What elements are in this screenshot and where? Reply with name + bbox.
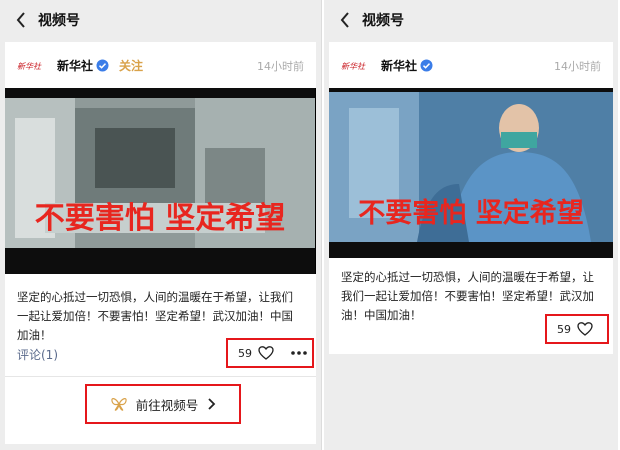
post-actions: 59 [545,314,609,344]
butterfly-icon [110,396,128,412]
go-to-channel-button[interactable]: 前往视频号 [85,384,241,424]
account-name[interactable]: 新华社 [57,57,93,74]
page-title: 视频号 [38,13,80,29]
post-card: 新华社 新华社 14小时前 不要害怕 坚定希望 坚定的心抵过一切恐惧，人间的温暖… [329,42,613,354]
svg-text:新华社: 新华社 [341,62,366,71]
account-name[interactable]: 新华社 [381,57,417,74]
post-time: 14小时前 [257,60,304,73]
post-header: 新华社 新华社 14小时前 [329,42,613,88]
video-overlay-text: 不要害怕 坚定希望 [35,201,285,236]
heart-icon[interactable] [577,321,593,337]
video-player[interactable]: 不要害怕 坚定希望 [5,88,316,274]
like-count: 59 [238,346,252,360]
video-frame: 不要害怕 坚定希望 [329,88,613,258]
follow-button[interactable]: 关注 [119,57,143,74]
more-icon[interactable] [290,345,308,361]
chevron-right-icon [206,398,216,410]
back-chevron-icon[interactable] [332,7,358,33]
post-actions: 59 [226,338,314,368]
verified-icon [420,59,433,72]
video-frame: 不要害怕 坚定希望 [5,88,315,274]
post-card: 新华社 新华社 关注 14小时前 不要害怕 坚定希望 坚定的心抵过一切恐惧，人间… [5,42,316,444]
top-bar: 视频号 [324,0,618,40]
left-screen: 视频号 新华社 新华社 关注 14小时前 不要害怕 坚定希望 坚定的心抵过一切恐… [0,0,322,450]
svg-text:新华社: 新华社 [17,62,42,71]
post-header: 新华社 新华社 关注 14小时前 [5,42,316,88]
video-player[interactable]: 不要害怕 坚定希望 [329,88,613,258]
top-bar: 视频号 [0,0,321,40]
right-screen: 视频号 新华社 新华社 14小时前 不要害怕 坚定希望 坚定的心抵过一切恐惧，人… [324,0,618,450]
verified-icon [96,59,109,72]
account-logo[interactable]: 新华社 [17,58,43,72]
video-overlay-text: 不要害怕 坚定希望 [358,197,583,229]
divider [5,376,316,377]
like-count: 59 [557,322,571,336]
account-logo[interactable]: 新华社 [341,58,367,72]
post-time: 14小时前 [554,60,601,73]
back-chevron-icon[interactable] [8,7,34,33]
comments-link[interactable]: 评论(1) [17,346,58,363]
post-caption: 坚定的心抵过一切恐惧，人间的温暖在于希望，让我们一起让爱加倍！不要害怕！坚定希望… [17,290,293,342]
go-to-channel-label: 前往视频号 [135,397,199,413]
heart-icon[interactable] [258,345,274,361]
page-title: 视频号 [362,13,404,29]
